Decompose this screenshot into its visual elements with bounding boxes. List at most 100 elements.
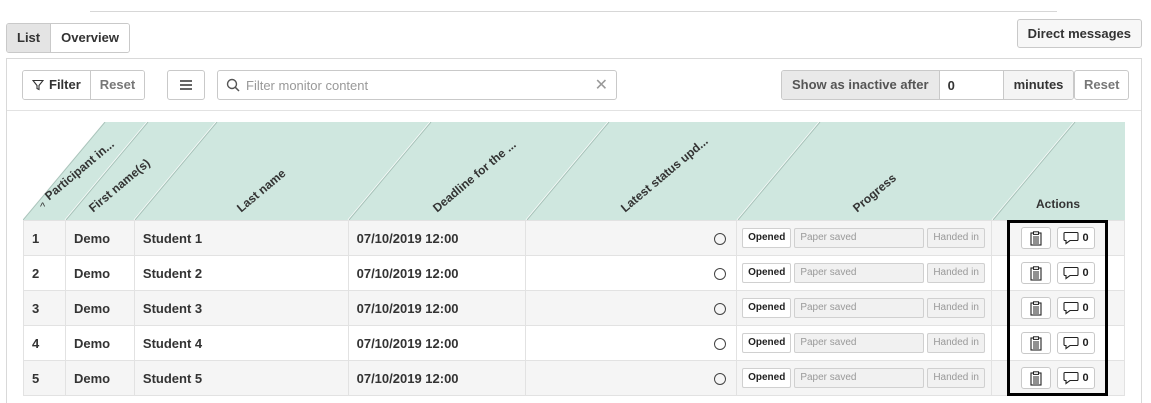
view-tabs: List Overview bbox=[6, 23, 130, 53]
progress-handed-in: Handed in bbox=[927, 333, 985, 353]
messages-button[interactable]: 0 bbox=[1057, 297, 1095, 319]
actions-cell: 0 bbox=[991, 325, 1125, 361]
status-circle-icon bbox=[714, 303, 727, 316]
status-circle-icon bbox=[714, 338, 727, 351]
status-circle-icon bbox=[714, 373, 727, 386]
table-row[interactable]: 4 Demo Student 4 07/10/2019 12:00 Opened… bbox=[23, 325, 1125, 361]
search-input[interactable] bbox=[240, 76, 595, 94]
header-background bbox=[23, 122, 1125, 220]
table-row[interactable]: 5 Demo Student 5 07/10/2019 12:00 Opened… bbox=[23, 360, 1125, 396]
row-number: 3 bbox=[23, 290, 66, 326]
reset-inactive-button[interactable]: Reset bbox=[1074, 70, 1130, 100]
progress-cell: Opened Paper saved Handed in bbox=[736, 290, 993, 326]
row-number: 5 bbox=[23, 360, 66, 396]
chat-bubble-icon bbox=[1063, 301, 1080, 315]
progress-opened: Opened bbox=[742, 333, 792, 353]
progress-handed-in: Handed in bbox=[927, 263, 985, 283]
table-row[interactable]: 3 Demo Student 3 07/10/2019 12:00 Opened… bbox=[23, 290, 1125, 326]
message-count: 0 bbox=[1082, 302, 1089, 314]
view-paper-button[interactable] bbox=[1021, 227, 1052, 249]
reset-filter-button[interactable]: Reset bbox=[89, 71, 145, 99]
status-cell bbox=[525, 290, 738, 326]
view-paper-button[interactable] bbox=[1021, 332, 1052, 354]
progress-handed-in: Handed in bbox=[927, 368, 985, 388]
clear-icon[interactable]: ✕ bbox=[595, 75, 608, 95]
deadline-cell: 07/10/2019 12:00 bbox=[347, 290, 527, 326]
actions-cell: 0 bbox=[991, 255, 1125, 291]
row-number: 4 bbox=[23, 325, 66, 361]
status-circle-icon bbox=[714, 233, 727, 246]
first-name-cell: Demo bbox=[64, 360, 135, 396]
inactive-label: Show as inactive after bbox=[782, 71, 940, 99]
messages-button[interactable]: 0 bbox=[1057, 332, 1095, 354]
filter-group: Filter Reset bbox=[22, 70, 146, 100]
tab-overview[interactable]: Overview bbox=[51, 24, 129, 52]
col-actions: Actions bbox=[1036, 197, 1081, 211]
actions-cell: 0 bbox=[991, 290, 1125, 326]
hamburger-icon bbox=[180, 80, 192, 90]
first-name-cell: Demo bbox=[64, 325, 135, 361]
message-count: 0 bbox=[1082, 337, 1089, 349]
inactive-setting: Show as inactive after minutes bbox=[781, 70, 1075, 100]
message-count: 0 bbox=[1082, 267, 1089, 279]
filter-button[interactable]: Filter bbox=[23, 71, 90, 99]
tab-list[interactable]: List bbox=[7, 24, 52, 52]
search-box: ✕ bbox=[217, 70, 617, 100]
actions-cell: 0 bbox=[991, 220, 1125, 256]
progress-opened: Opened bbox=[742, 228, 792, 248]
status-cell bbox=[525, 360, 738, 396]
first-name-cell: Demo bbox=[64, 220, 135, 256]
sort-ascending-icon[interactable]: ^ bbox=[40, 201, 45, 213]
progress-handed-in: Handed in bbox=[927, 298, 985, 318]
last-name-cell: Student 5 bbox=[133, 360, 349, 396]
clipboard-icon bbox=[1030, 300, 1043, 316]
progress-opened: Opened bbox=[742, 263, 792, 283]
direct-messages-button[interactable]: Direct messages bbox=[1016, 19, 1142, 48]
filter-button-label: Filter bbox=[49, 77, 81, 92]
deadline-cell: 07/10/2019 12:00 bbox=[347, 255, 527, 291]
chat-bubble-icon bbox=[1063, 231, 1080, 245]
table-row[interactable]: 1 Demo Student 1 07/10/2019 12:00 Opened… bbox=[23, 220, 1125, 256]
participants-table: 1 Demo Student 1 07/10/2019 12:00 Opened… bbox=[23, 220, 1125, 396]
view-paper-button[interactable] bbox=[1021, 297, 1052, 319]
first-name-cell: Demo bbox=[64, 255, 135, 291]
table-header bbox=[23, 122, 1125, 220]
view-paper-button[interactable] bbox=[1021, 367, 1052, 389]
deadline-cell: 07/10/2019 12:00 bbox=[347, 325, 527, 361]
progress-handed-in: Handed in bbox=[927, 228, 985, 248]
clipboard-icon bbox=[1030, 265, 1043, 281]
status-cell bbox=[525, 255, 738, 291]
status-cell bbox=[525, 220, 738, 256]
row-number: 1 bbox=[23, 220, 66, 256]
progress-paper-saved: Paper saved bbox=[794, 263, 925, 283]
progress-opened: Opened bbox=[742, 298, 792, 318]
clipboard-icon bbox=[1030, 230, 1043, 246]
view-paper-button[interactable] bbox=[1021, 262, 1052, 284]
progress-paper-saved: Paper saved bbox=[794, 228, 925, 248]
column-menu-button[interactable] bbox=[167, 70, 205, 100]
last-name-cell: Student 1 bbox=[133, 220, 349, 256]
progress-opened: Opened bbox=[742, 368, 792, 388]
chat-bubble-icon bbox=[1063, 336, 1080, 350]
messages-button[interactable]: 0 bbox=[1057, 262, 1095, 284]
deadline-cell: 07/10/2019 12:00 bbox=[347, 220, 527, 256]
monitor-toolbar: Filter Reset ✕ Show as inactive after mi… bbox=[7, 59, 1141, 111]
messages-button[interactable]: 0 bbox=[1057, 367, 1095, 389]
message-count: 0 bbox=[1082, 372, 1089, 384]
funnel-icon bbox=[32, 79, 44, 91]
clipboard-icon bbox=[1030, 335, 1043, 351]
inactive-minutes-input[interactable] bbox=[939, 71, 1004, 99]
last-name-cell: Student 2 bbox=[133, 255, 349, 291]
row-number: 2 bbox=[23, 255, 66, 291]
table-row[interactable]: 2 Demo Student 2 07/10/2019 12:00 Opened… bbox=[23, 255, 1125, 291]
progress-paper-saved: Paper saved bbox=[794, 333, 925, 353]
last-name-cell: Student 3 bbox=[133, 290, 349, 326]
search-icon bbox=[226, 78, 240, 92]
messages-button[interactable]: 0 bbox=[1057, 227, 1095, 249]
deadline-cell: 07/10/2019 12:00 bbox=[347, 360, 527, 396]
last-name-cell: Student 4 bbox=[133, 325, 349, 361]
message-count: 0 bbox=[1082, 232, 1089, 244]
chat-bubble-icon bbox=[1063, 371, 1080, 385]
progress-paper-saved: Paper saved bbox=[794, 298, 925, 318]
chat-bubble-icon bbox=[1063, 266, 1080, 280]
